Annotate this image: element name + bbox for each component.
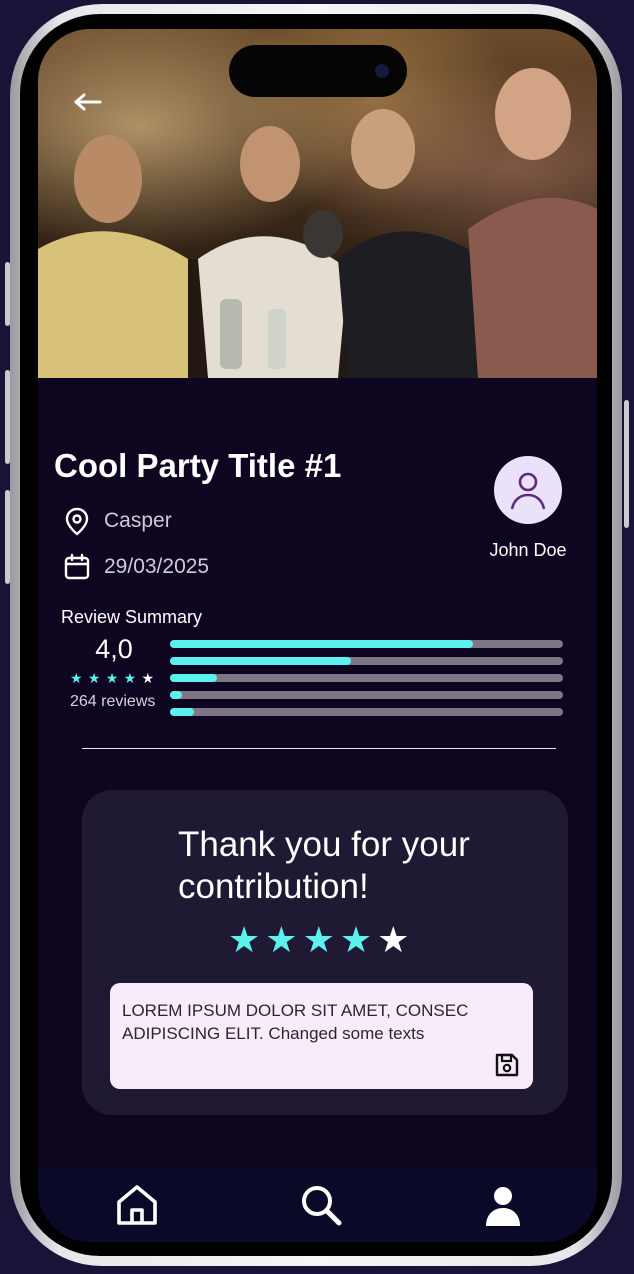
star-empty-icon: ★	[141, 670, 154, 686]
star-filled-icon[interactable]: ★	[265, 920, 297, 960]
review-count: 264 reviews	[70, 693, 156, 710]
rating-bar-track	[170, 640, 563, 648]
phone-power-button	[624, 400, 629, 528]
star-filled-icon[interactable]: ★	[303, 920, 335, 960]
comment-text[interactable]: LOREM IPSUM DOLOR SIT AMET, CONSEC ADIPI…	[122, 999, 512, 1045]
star-empty-icon[interactable]: ★	[377, 920, 409, 960]
profile-icon[interactable]	[480, 1182, 526, 1228]
average-score: 4,0	[95, 634, 133, 664]
phone-side-button	[5, 262, 10, 326]
home-icon[interactable]	[114, 1182, 160, 1228]
rating-bar-track	[170, 657, 563, 665]
feedback-card: Thank you for your contribution! ★ ★ ★ ★ ★ L…	[82, 790, 568, 1115]
search-icon[interactable]	[298, 1182, 344, 1228]
phone-volume-up-button	[5, 370, 10, 464]
back-arrow-icon[interactable]	[72, 87, 104, 117]
host-profile[interactable]: John Doe	[476, 456, 580, 561]
comment-field[interactable]: LOREM IPSUM DOLOR SIT AMET, CONSEC ADIPI…	[110, 983, 533, 1089]
user-rating-stars[interactable]: ★ ★ ★ ★ ★	[228, 920, 409, 960]
star-filled-icon: ★	[105, 670, 119, 686]
user-avatar-icon[interactable]	[494, 456, 562, 524]
app-screen: Cool Party Title #1 Casper 29/03/2025 Jo…	[38, 29, 597, 1242]
rating-bar-track	[170, 691, 563, 699]
save-icon[interactable]	[493, 1051, 521, 1079]
rating-bar-fill	[170, 691, 182, 699]
event-location-text: Casper	[104, 509, 172, 532]
calendar-icon	[64, 553, 90, 580]
event-date: 29/03/2025	[62, 551, 209, 583]
star-filled-icon: ★	[123, 670, 137, 686]
star-filled-icon[interactable]: ★	[228, 920, 260, 960]
rating-bar-fill	[170, 708, 194, 716]
phone-volume-down-button	[5, 490, 10, 584]
event-location: Casper	[62, 505, 172, 537]
thank-you-message: Thank you for your contribution!	[178, 825, 470, 906]
rating-bar-fill	[170, 657, 351, 665]
dynamic-island	[229, 45, 407, 97]
rating-bar-fill	[170, 640, 473, 648]
rating-bar-track	[170, 708, 563, 716]
host-name: John Doe	[489, 540, 567, 560]
event-date-text: 29/03/2025	[104, 555, 210, 578]
star-filled-icon[interactable]: ★	[340, 920, 372, 960]
star-filled-icon: ★	[87, 670, 101, 686]
bottom-navigation	[38, 1168, 597, 1242]
star-filled-icon: ★	[70, 670, 83, 686]
rating-bar-track	[170, 674, 563, 682]
average-rating-stars: ★ ★ ★ ★ ★	[70, 671, 154, 685]
location-pin-icon	[65, 507, 89, 536]
rating-bar-fill	[170, 674, 218, 682]
event-title: Cool Party Title #1	[54, 447, 342, 484]
camera-lens-icon	[375, 64, 389, 78]
section-divider	[82, 748, 556, 749]
review-summary-title: Review Summary	[61, 607, 203, 627]
